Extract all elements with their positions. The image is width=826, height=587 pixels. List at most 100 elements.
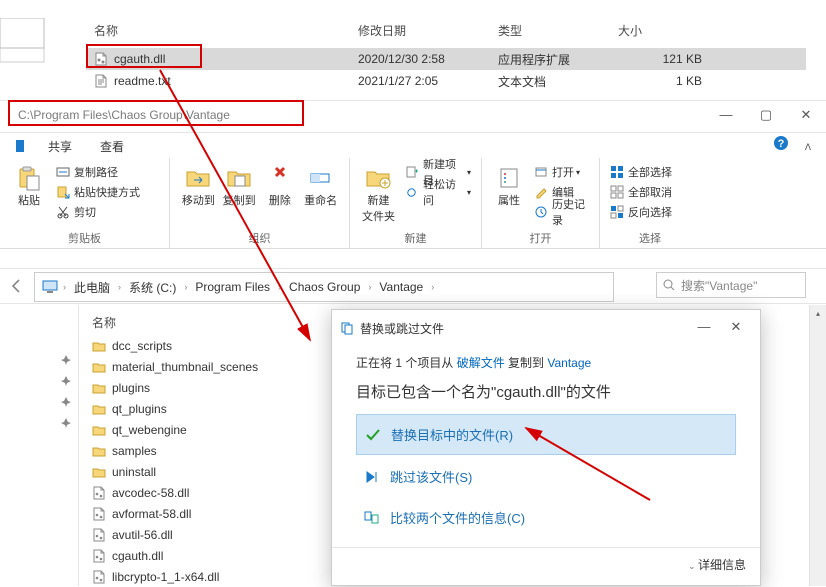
file-details-list: 名称 dcc_scriptsmaterial_thumbnail_scenesp… [84, 310, 324, 587]
this-pc-icon [41, 278, 59, 296]
file-type: 文本文档 [498, 73, 618, 90]
search-placeholder: 搜索"Vantage" [681, 277, 757, 294]
col-size[interactable]: 大小 [610, 16, 700, 45]
paste-label: 粘贴 [18, 192, 40, 208]
top-file-list: cgauth.dll 2020/12/30 2:58 应用程序扩展 121 KB… [86, 48, 806, 92]
file-row-cgauth[interactable]: cgauth.dll 2020/12/30 2:58 应用程序扩展 121 KB [86, 48, 806, 70]
copy-to-button[interactable]: 复制到 [219, 162, 260, 210]
col-name[interactable]: 名称 [86, 16, 350, 45]
win-top-border [0, 100, 826, 101]
check-icon [365, 427, 381, 443]
group-label-organize: 组织 [178, 228, 341, 246]
col-type[interactable]: 类型 [490, 16, 610, 45]
detail-col-name[interactable]: 名称 [84, 310, 324, 335]
dialog-footer: ⌄ 详细信息 [332, 547, 760, 581]
list-item[interactable]: libcrypto-1_1-x64.dll [84, 566, 324, 587]
ribbon-group-new: 新建 文件夹 新建项目▾ 轻松访问▾ 新建 [350, 158, 482, 248]
list-item[interactable]: avcodec-58.dll [84, 482, 324, 503]
history-button[interactable]: 历史记录 [532, 202, 591, 222]
quickaccess-pins [0, 310, 78, 570]
back-button[interactable] [6, 276, 26, 299]
breadcrumb-bar[interactable]: ›此电脑 ›系统 (C:) ›Program Files ›Chaos Grou… [34, 272, 614, 302]
group-label-clipboard: 剪贴板 [8, 228, 161, 246]
tab-sep [0, 132, 826, 133]
address-path[interactable]: C:\Program Files\Chaos Group\Vantage [18, 108, 296, 122]
dialog-titlebar: 替换或跳过文件 — ✕ [332, 310, 760, 346]
paste-button[interactable]: 粘贴 [8, 162, 50, 222]
col-date[interactable]: 修改日期 [350, 16, 490, 45]
file-date: 2020/12/30 2:58 [358, 52, 498, 66]
file-size: 121 KB [618, 52, 702, 66]
select-all-button[interactable]: 全部选择 [608, 162, 674, 182]
pin-icon [60, 375, 72, 387]
ribbon-tabs: 共享 查看 [16, 134, 138, 158]
copy-path-button[interactable]: 复制路径 [54, 162, 142, 182]
invert-selection-button[interactable]: 反向选择 [608, 202, 674, 222]
file-tab-truncated[interactable] [16, 134, 34, 158]
properties-button[interactable]: 属性 [490, 162, 528, 222]
ribbon-group-select: 全部选择 全部取消 反向选择 选择 [600, 158, 700, 248]
select-none-button[interactable]: 全部取消 [608, 182, 674, 202]
search-box[interactable]: 搜索"Vantage" [656, 272, 806, 298]
replace-dialog: 替换或跳过文件 — ✕ 正在将 1 个项目从 破解文件 复制到 Vantage … [331, 309, 761, 586]
pin-icon [60, 417, 72, 429]
tab-share[interactable]: 共享 [34, 134, 86, 158]
easy-access-button[interactable]: 轻松访问▾ [403, 182, 473, 202]
rename-button[interactable]: 重命名 [300, 162, 341, 210]
new-folder-button[interactable]: 新建 文件夹 [358, 162, 399, 226]
tab-view[interactable]: 查看 [86, 134, 138, 158]
compare-option[interactable]: 比较两个文件的信息(C) [356, 498, 736, 537]
svg-text:?: ? [778, 138, 785, 150]
list-item[interactable]: samples [84, 440, 324, 461]
file-tile-fragment [0, 18, 50, 67]
list-item[interactable]: cgauth.dll [84, 545, 324, 566]
dialog-exists-text: 目标已包含一个名为"cgauth.dll"的文件 [356, 381, 736, 402]
dialog-copying-line: 正在将 1 个项目从 破解文件 复制到 Vantage [356, 354, 736, 371]
replace-option[interactable]: 替换目标中的文件(R) [356, 414, 736, 455]
scroll-up[interactable]: ▴ [810, 305, 826, 322]
txt-icon [94, 74, 108, 88]
group-label-new: 新建 [358, 228, 473, 246]
sidebar-divider [78, 305, 79, 586]
file-row-readme[interactable]: readme.txt 2021/1/27 2:05 文本文档 1 KB [86, 70, 806, 92]
list-item[interactable]: qt_plugins [84, 398, 324, 419]
dlg-close[interactable]: ✕ [720, 316, 752, 340]
copy-icon [340, 321, 354, 335]
list-item[interactable]: avformat-58.dll [84, 503, 324, 524]
dialog-title-text: 替换或跳过文件 [360, 320, 444, 337]
ribbon-group-open: 属性 打开▾ 编辑 历史记录 打开 [482, 158, 600, 248]
file-date: 2021/1/27 2:05 [358, 74, 498, 88]
list-item[interactable]: plugins [84, 377, 324, 398]
ribbon-expand[interactable]: ᐱ [798, 136, 818, 158]
file-size: 1 KB [618, 74, 702, 88]
search-icon [663, 279, 675, 291]
pin-icon [60, 396, 72, 408]
compare-icon [364, 510, 380, 526]
dll-icon [94, 52, 108, 66]
pin-icon [60, 354, 72, 366]
file-name: cgauth.dll [114, 52, 358, 66]
scrollbar-vertical[interactable]: ▴ [809, 305, 826, 586]
group-label-select: 选择 [608, 228, 692, 246]
skip-option[interactable]: 跳过该文件(S) [356, 457, 736, 496]
list-item[interactable]: qt_webengine [84, 419, 324, 440]
list-item[interactable]: material_thumbnail_scenes [84, 356, 324, 377]
list-item[interactable]: dcc_scripts [84, 335, 324, 356]
close-button[interactable]: ✕ [786, 104, 826, 128]
help-icon[interactable]: ? [772, 134, 790, 152]
file-name: readme.txt [114, 74, 358, 88]
list-item[interactable]: uninstall [84, 461, 324, 482]
delete-button[interactable]: 删除 [260, 162, 301, 210]
dlg-minimize[interactable]: — [688, 316, 720, 340]
cut-button[interactable]: 剪切 [54, 202, 142, 222]
open-button[interactable]: 打开▾ [532, 162, 591, 182]
file-type: 应用程序扩展 [498, 51, 618, 68]
move-to-button[interactable]: 移动到 [178, 162, 219, 210]
top-column-headers: 名称 修改日期 类型 大小 [86, 16, 806, 45]
paste-shortcut-button[interactable]: 粘贴快捷方式 [54, 182, 142, 202]
minimize-button[interactable]: — [706, 104, 746, 128]
maximize-button[interactable]: ▢ [746, 104, 786, 128]
ribbon-group-organize: 移动到 复制到 删除 重命名 组织 [170, 158, 350, 248]
details-toggle[interactable]: 详细信息 [698, 558, 746, 572]
list-item[interactable]: avutil-56.dll [84, 524, 324, 545]
